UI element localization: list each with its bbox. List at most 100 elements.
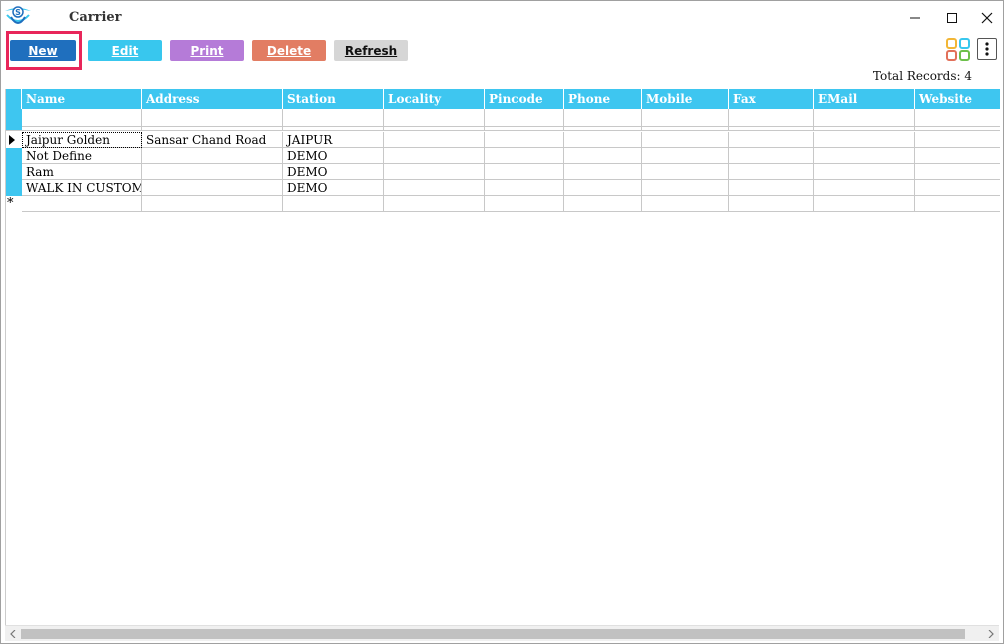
cell-station[interactable]: DEMO	[283, 180, 384, 196]
column-header-website[interactable]: Website	[915, 89, 1000, 109]
cell-pincode[interactable]	[485, 164, 564, 180]
column-header-address[interactable]: Address	[142, 89, 283, 109]
cell-phone[interactable]	[564, 164, 642, 180]
cell-fax[interactable]	[729, 132, 814, 148]
filter-cell-address[interactable]	[142, 109, 283, 127]
column-header-pincode[interactable]: Pincode	[485, 89, 564, 109]
new-row[interactable]: *	[6, 196, 1000, 212]
cell-name[interactable]: Ram	[22, 164, 142, 180]
column-header-mobile[interactable]: Mobile	[642, 89, 729, 109]
cell-website[interactable]	[915, 148, 1000, 164]
cell-email[interactable]	[814, 164, 915, 180]
cell-website[interactable]	[915, 132, 1000, 148]
cell-mobile[interactable]	[642, 164, 729, 180]
cell-address[interactable]	[142, 164, 283, 180]
cell-phone[interactable]	[564, 180, 642, 196]
row-header[interactable]	[6, 180, 22, 196]
cell-phone[interactable]	[564, 132, 642, 148]
new-row-cell[interactable]	[22, 196, 142, 212]
cell-website[interactable]	[915, 180, 1000, 196]
cell-pincode[interactable]	[485, 148, 564, 164]
cell-fax[interactable]	[729, 180, 814, 196]
row-header[interactable]	[6, 148, 22, 164]
filter-cell-website[interactable]	[915, 109, 1000, 127]
cell-locality[interactable]	[384, 148, 485, 164]
cell-fax[interactable]	[729, 148, 814, 164]
new-row-marker[interactable]: *	[6, 196, 22, 212]
delete-button[interactable]: Delete	[252, 40, 326, 61]
separator-row-header	[6, 127, 22, 130]
filter-row-header	[6, 109, 22, 127]
horizontal-scrollbar[interactable]	[5, 625, 999, 641]
cell-phone[interactable]	[564, 148, 642, 164]
new-row-cell[interactable]	[384, 196, 485, 212]
new-row-cell[interactable]	[283, 196, 384, 212]
cell-locality[interactable]	[384, 180, 485, 196]
column-header-locality[interactable]: Locality	[384, 89, 485, 109]
filter-cell-email[interactable]	[814, 109, 915, 127]
cell-mobile[interactable]	[642, 148, 729, 164]
cell-email[interactable]	[814, 180, 915, 196]
cell-station[interactable]: DEMO	[283, 164, 384, 180]
new-row-cell[interactable]	[485, 196, 564, 212]
cell-locality[interactable]	[384, 132, 485, 148]
new-row-cell[interactable]	[729, 196, 814, 212]
filter-cell-locality[interactable]	[384, 109, 485, 127]
scroll-right-button[interactable]	[983, 626, 999, 642]
cell-station[interactable]: JAIPUR	[283, 132, 384, 148]
filter-cell-fax[interactable]	[729, 109, 814, 127]
row-header-corner	[6, 89, 22, 109]
column-header-name[interactable]: Name	[22, 89, 142, 109]
cell-station[interactable]: DEMO	[283, 148, 384, 164]
row-header[interactable]	[6, 132, 22, 148]
new-button[interactable]: New	[10, 40, 76, 61]
cell-name[interactable]: Not Define	[22, 148, 142, 164]
filter-cell-phone[interactable]	[564, 109, 642, 127]
cell-address[interactable]	[142, 148, 283, 164]
minimize-button[interactable]	[901, 7, 929, 29]
cell-fax[interactable]	[729, 164, 814, 180]
table-row[interactable]: WALK IN CUSTOMER DEMO	[6, 180, 1000, 196]
edit-button[interactable]: Edit	[88, 40, 162, 61]
more-options-button[interactable]	[977, 38, 997, 60]
cell-email[interactable]	[814, 148, 915, 164]
row-header[interactable]	[6, 164, 22, 180]
cell-pincode[interactable]	[485, 132, 564, 148]
cell-email[interactable]	[814, 132, 915, 148]
table-row[interactable]: Ram DEMO	[6, 164, 1000, 180]
cell-mobile[interactable]	[642, 180, 729, 196]
new-row-cell[interactable]	[142, 196, 283, 212]
filter-cell-name[interactable]	[22, 109, 142, 127]
filter-cell-pincode[interactable]	[485, 109, 564, 127]
new-row-cell[interactable]	[564, 196, 642, 212]
cell-locality[interactable]	[384, 164, 485, 180]
column-header-email[interactable]: EMail	[814, 89, 915, 109]
table-row[interactable]: Jaipur Golden Sansar Chand Road JAIPUR	[6, 132, 1000, 148]
column-header-fax[interactable]: Fax	[729, 89, 814, 109]
grid-layout-icon[interactable]	[945, 38, 971, 62]
new-row-cell[interactable]	[915, 196, 1000, 212]
filter-cell-mobile[interactable]	[642, 109, 729, 127]
cell-mobile[interactable]	[642, 132, 729, 148]
refresh-button[interactable]: Refresh	[334, 40, 408, 61]
column-header-station[interactable]: Station	[283, 89, 384, 109]
new-row-cell[interactable]	[642, 196, 729, 212]
carrier-grid[interactable]: Name Address Station Locality Pincode Ph…	[5, 89, 1000, 625]
cell-name[interactable]: WALK IN CUSTOMER	[22, 180, 142, 196]
close-button[interactable]	[973, 7, 1001, 29]
cell-name[interactable]: Jaipur Golden	[22, 132, 142, 148]
separator-cell	[142, 127, 283, 130]
filter-cell-station[interactable]	[283, 109, 384, 127]
cell-website[interactable]	[915, 164, 1000, 180]
cell-address[interactable]	[142, 180, 283, 196]
scroll-left-button[interactable]	[5, 626, 21, 642]
new-row-cell[interactable]	[814, 196, 915, 212]
minimize-icon	[910, 17, 920, 19]
cell-pincode[interactable]	[485, 180, 564, 196]
scrollbar-thumb[interactable]	[21, 629, 965, 639]
maximize-button[interactable]	[938, 7, 966, 29]
cell-address[interactable]: Sansar Chand Road	[142, 132, 283, 148]
column-header-phone[interactable]: Phone	[564, 89, 642, 109]
table-row[interactable]: Not Define DEMO	[6, 148, 1000, 164]
print-button[interactable]: Print	[170, 40, 244, 61]
